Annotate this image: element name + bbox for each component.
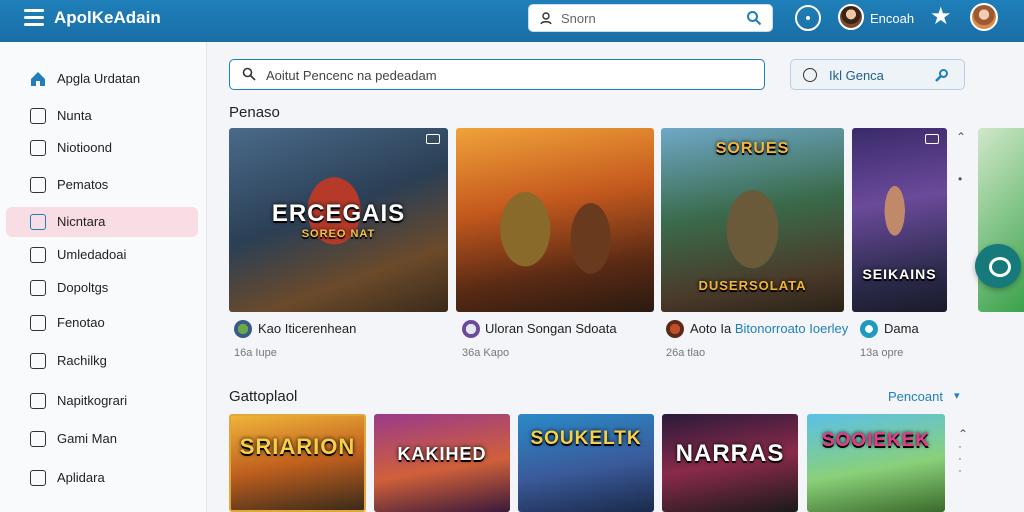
sidebar-item-napitkograri[interactable]: Napitkograri <box>6 386 198 416</box>
search-icon <box>242 67 256 81</box>
sidebar-item-label: Aplidara <box>57 470 105 485</box>
sidebar-item-niotioond[interactable]: Niotioond <box>6 133 198 163</box>
sort-dropdown[interactable]: Pencoant <box>888 389 943 404</box>
main-search-placeholder: Aoitut Pencenc na pedeadam <box>266 68 437 83</box>
bookmark-icon[interactable] <box>925 134 939 144</box>
section-title: Penaso <box>229 104 280 121</box>
user-icon <box>540 12 552 25</box>
game-title[interactable]: Uloran Songan Sdoata <box>485 321 617 336</box>
edit-icon <box>30 177 46 193</box>
game-card[interactable]: SORUES DUSERSOLATA <box>661 128 844 312</box>
top-search-input[interactable]: Snorn <box>528 4 773 32</box>
genre-label: Ikl Genca <box>829 68 884 83</box>
square-icon <box>30 353 46 369</box>
profile-avatar[interactable] <box>970 3 998 31</box>
game-meta: 36a Kapo <box>462 347 510 359</box>
game-icon <box>234 320 252 338</box>
bookmark-icon[interactable] <box>426 134 440 144</box>
game-meta: 13a opre <box>860 347 904 359</box>
sidebar-item-pematos[interactable]: Pematos <box>6 170 198 200</box>
game-title[interactable]: Kao Iticerenhean <box>258 321 356 336</box>
star-icon[interactable]: ★ <box>930 4 952 30</box>
clock-icon <box>803 68 817 82</box>
card-art-title: SEIKAINS <box>862 266 937 282</box>
game-title-highlight: Bitonorroato Ioerley <box>734 321 849 336</box>
sidebar-item-label: Gami Man <box>57 431 117 446</box>
sidebar-item-label: Napitkograri <box>57 393 128 408</box>
search-icon <box>935 69 948 82</box>
card-art-title: SORUES <box>715 140 790 157</box>
menu-icon[interactable] <box>24 9 44 26</box>
chat-button[interactable] <box>975 244 1021 288</box>
chevron-up-icon[interactable]: ⌃ <box>956 130 966 144</box>
sidebar-item-label: Umledadoai <box>57 247 127 262</box>
game-card[interactable]: SOOIEKEK <box>807 414 945 512</box>
check-box-icon <box>30 431 46 447</box>
calendar-icon <box>30 140 46 156</box>
sidebar-item-fenotao[interactable]: Fenotao <box>6 308 198 338</box>
game-card[interactable]: KAKIHED <box>374 414 510 512</box>
pencil-icon <box>30 470 46 486</box>
card-art-title: SOUKELTK <box>530 428 642 449</box>
user-name[interactable]: Encoah <box>870 11 914 26</box>
sidebar: Apgla Urdatan Nunta Niotioond Pematos Ni… <box>0 42 207 512</box>
card-art-title: KAKIHED <box>397 444 487 464</box>
game-card[interactable]: NARRAS <box>662 414 798 512</box>
game-meta: 16a Iupe <box>234 347 277 359</box>
game-card[interactable]: ERCEGAIS SOREO NAT <box>229 128 448 312</box>
avatar[interactable] <box>838 4 864 30</box>
sidebar-item-label: Rachilkg <box>57 353 107 368</box>
game-card[interactable]: SEIKAINS <box>852 128 947 312</box>
sidebar-item-label: Fenotao <box>57 315 105 330</box>
main-search-input[interactable]: Aoitut Pencenc na pedeadam <box>229 59 765 90</box>
sidebar-item-rachilkg[interactable]: Rachilkg <box>6 346 198 376</box>
sidebar-item-umledadoai[interactable]: Umledadoai <box>6 240 198 270</box>
sidebar-item-label: Niotioond <box>57 140 112 155</box>
search-icon[interactable] <box>746 10 762 26</box>
section-title: Gattoplaol <box>229 388 298 405</box>
more-icon[interactable]: ⌃ · · · <box>958 428 968 476</box>
game-title[interactable]: Aoto Ia Bitonorroato Ioerley <box>690 321 848 336</box>
flag-icon <box>30 315 46 331</box>
game-card[interactable]: SOUKELTK <box>518 414 654 512</box>
game-meta: 26a tlao <box>666 347 706 359</box>
game-card[interactable]: SRIARION <box>229 414 366 512</box>
game-title-main: Aoto Ia <box>690 321 732 336</box>
card-art-title: ERCEGAIS <box>271 200 406 227</box>
card-art-title: NARRAS <box>675 440 785 467</box>
game-icon <box>860 320 878 338</box>
card-art-subtitle: DUSERSOLATA <box>698 278 807 293</box>
game-title[interactable]: Dama <box>884 321 919 336</box>
top-bar: ApolKeAdain Snorn Encoah ★ <box>0 0 1024 42</box>
sidebar-item-dopoltgs[interactable]: Dopoltgs <box>6 273 198 303</box>
card-art-title: SRIARION <box>239 434 356 459</box>
info-icon <box>30 108 46 124</box>
card-art-subtitle: SOREO NAT <box>301 228 376 240</box>
compass-icon[interactable] <box>795 5 821 31</box>
sidebar-item-label: Apgla Urdatan <box>57 71 141 86</box>
clipboard-icon <box>30 280 46 296</box>
chevron-down-icon[interactable]: ▾ <box>954 389 960 402</box>
home-icon <box>31 72 45 86</box>
close-box-icon <box>30 247 46 263</box>
sidebar-item-label: Dopoltgs <box>57 280 109 295</box>
card-art-title: SOOIEKEK <box>821 430 931 451</box>
sidebar-item-gami-man[interactable]: Gami Man <box>6 424 198 454</box>
game-icon <box>666 320 684 338</box>
sidebar-item-nunta[interactable]: Nunta <box>6 101 198 131</box>
tag-icon <box>30 393 46 409</box>
sidebar-item-label: Nicntara <box>57 214 106 229</box>
sidebar-item-nicntara[interactable]: Nicntara <box>6 207 198 237</box>
sidebar-item-home[interactable]: Apgla Urdatan <box>6 64 198 94</box>
sidebar-item-label: Pematos <box>57 177 109 192</box>
sidebar-item-label: Nunta <box>57 108 92 123</box>
save-icon <box>30 214 46 230</box>
top-search-placeholder: Snorn <box>561 11 596 26</box>
game-card[interactable] <box>456 128 654 312</box>
genre-filter-button[interactable]: Ikl Genca <box>790 59 965 90</box>
sidebar-item-aplidara[interactable]: Aplidara <box>6 463 198 493</box>
dot-indicator: • <box>958 172 963 186</box>
app-title: ApolKeAdain <box>54 8 161 27</box>
game-icon <box>462 320 480 338</box>
